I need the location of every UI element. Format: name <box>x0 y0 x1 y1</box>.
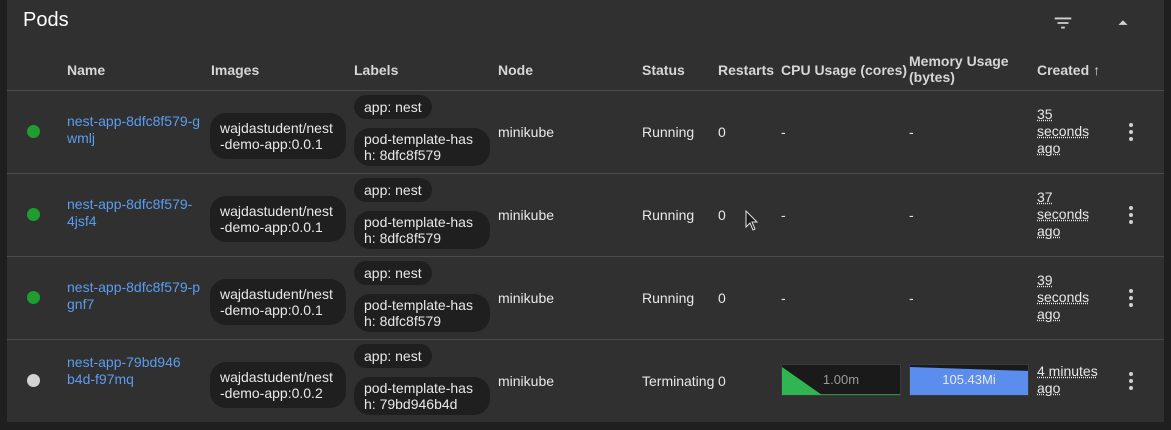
node-cell: minikube <box>498 207 555 223</box>
cpu-usage-value: 1.00m <box>822 372 860 387</box>
column-header-labels: Labels <box>354 62 399 78</box>
column-header-name[interactable]: Name <box>67 62 105 78</box>
created-cell: 35 seconds ago <box>1037 106 1090 156</box>
restarts-cell: 0 <box>718 124 726 140</box>
table-row: nest-app-8dfc8f579-4jsf4 wajdastudent/ne… <box>7 174 1164 257</box>
column-header-node[interactable]: Node <box>498 62 533 78</box>
more-vert-icon[interactable] <box>1121 120 1141 144</box>
restarts-cell: 0 <box>718 373 726 389</box>
status-running-icon <box>27 291 40 304</box>
label-chip: app: nest <box>354 261 432 285</box>
memory-cell: - <box>909 290 914 306</box>
label-chip: pod-template-hash: 79bd946b4d <box>354 377 490 415</box>
table-row: nest-app-8dfc8f579-gwmlj wajdastudent/ne… <box>7 91 1164 174</box>
sort-ascending-icon: ↑ <box>1093 62 1101 78</box>
column-header-status[interactable]: Status <box>642 62 685 78</box>
label-chip: pod-template-hash: 8dfc8f579 <box>354 294 490 332</box>
pod-name-link[interactable]: nest-app-79bd946b4d-f97mq <box>67 354 187 388</box>
filter-list-icon[interactable] <box>1052 12 1074 34</box>
label-chip: app: nest <box>354 95 432 119</box>
more-vert-icon[interactable] <box>1121 286 1141 310</box>
label-chip: app: nest <box>354 178 432 202</box>
arrow-drop-up-icon[interactable] <box>1112 12 1134 34</box>
pod-name-link[interactable]: nest-app-8dfc8f579-pgnf7 <box>67 279 202 313</box>
table-row: nest-app-8dfc8f579-pgnf7 wajdastudent/ne… <box>7 257 1164 340</box>
column-header-created[interactable]: Created ↑ <box>1037 62 1100 78</box>
column-header-images: Images <box>211 62 260 78</box>
status-cell: Running <box>642 124 695 140</box>
cpu-cell: - <box>781 124 786 140</box>
more-vert-icon[interactable] <box>1121 369 1141 393</box>
column-header-memory[interactable]: Memory Usage (bytes) <box>909 53 1019 85</box>
status-running-icon <box>27 125 40 138</box>
cpu-cell: - <box>781 290 786 306</box>
restarts-cell: 0 <box>718 207 726 223</box>
image-chip: wajdastudent/nest-demo-app:0.0.2 <box>210 362 346 408</box>
created-cell: 37 seconds ago <box>1037 189 1090 239</box>
memory-cell: - <box>909 124 914 140</box>
memory-usage-sparkline: 105.43Mi <box>909 364 1029 396</box>
more-vert-icon[interactable] <box>1121 203 1141 227</box>
created-cell: 39 seconds ago <box>1037 272 1090 322</box>
image-chip: wajdastudent/nest-demo-app:0.0.1 <box>210 279 346 325</box>
image-chip: wajdastudent/nest-demo-app:0.0.1 <box>210 196 346 242</box>
pods-card: Pods Name Images Labels Node Status Rest… <box>7 0 1164 422</box>
status-terminating-icon <box>27 374 40 387</box>
mouse-pointer-icon <box>745 209 759 237</box>
node-cell: minikube <box>498 290 555 306</box>
cpu-usage-sparkline: 1.00m <box>781 364 901 396</box>
cpu-cell: - <box>781 207 786 223</box>
image-chip: wajdastudent/nest-demo-app:0.0.1 <box>210 113 346 159</box>
card-header: Pods <box>7 0 1164 44</box>
status-cell: Running <box>642 207 695 223</box>
label-chip: pod-template-hash: 8dfc8f579 <box>354 211 490 249</box>
card-title: Pods <box>23 9 69 31</box>
column-header-restarts[interactable]: Restarts <box>718 62 774 78</box>
created-cell: 4 minutes ago <box>1037 363 1098 396</box>
status-cell: Running <box>642 290 695 306</box>
label-chip: pod-template-hash: 8dfc8f579 <box>354 128 490 166</box>
column-header-cpu[interactable]: CPU Usage (cores) <box>781 62 907 78</box>
node-cell: minikube <box>498 124 555 140</box>
pod-name-link[interactable]: nest-app-8dfc8f579-gwmlj <box>67 113 202 147</box>
status-running-icon <box>27 208 40 221</box>
table-row: nest-app-79bd946b4d-f97mq wajdastudent/n… <box>7 340 1164 423</box>
pod-name-link[interactable]: nest-app-8dfc8f579-4jsf4 <box>67 196 197 230</box>
restarts-cell: 0 <box>718 290 726 306</box>
memory-usage-value: 105.43Mi <box>942 372 996 387</box>
memory-cell: - <box>909 207 914 223</box>
column-header-created-label: Created <box>1037 62 1090 78</box>
label-chip: app: nest <box>354 344 432 368</box>
node-cell: minikube <box>498 373 555 389</box>
status-cell: Terminating <box>642 373 714 389</box>
